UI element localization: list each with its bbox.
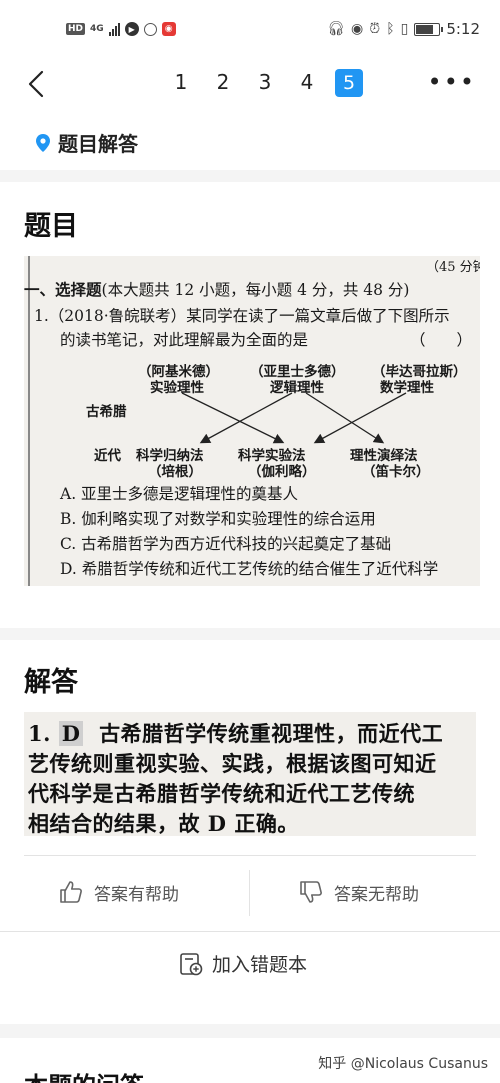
bluetooth-icon: ᛒ [386, 21, 395, 37]
thumbs-up-icon [60, 881, 82, 903]
hd-badge: HD [66, 23, 86, 35]
app-notification-icon: ◉ [161, 22, 176, 36]
add-to-wrong-book-button[interactable]: 加入错题本 [178, 950, 307, 977]
section-header: 题目解答 [36, 128, 138, 157]
page-tab-5[interactable]: 5 [328, 66, 370, 98]
add-to-wrong-book-label: 加入错题本 [212, 954, 308, 976]
section-divider [0, 1024, 500, 1038]
answer-line-3: 代科学是古希腊哲学传统和近代工艺传统 [28, 781, 415, 806]
page-tab-1[interactable]: 1 [160, 66, 202, 98]
section-divider [0, 170, 500, 182]
diagram-person-descartes: （笛卡尔） [362, 464, 430, 480]
status-bar-right: 🎧︎ ◉ ⏰︎ ᛒ ▯ 5:12 [327, 20, 480, 38]
status-bar: HD 4G ▶ ◉ 🎧︎ ◉ ⏰︎ ᛒ ▯ 5:12 [0, 0, 500, 62]
page-tabs: 1 2 3 4 5 [160, 66, 370, 98]
qa-section-title: 本题的问答 [24, 1066, 144, 1083]
vibrate-icon: ▯ [400, 21, 409, 37]
answer-image: 1. D 古希腊哲学传统重视理性，而近代工 艺传统则重视实验、实践，根据该图可知… [24, 712, 476, 836]
diagram-modern-label: 近代 [94, 448, 121, 464]
option-c: C. 古希腊哲学为西方近代科技的兴起奠定了基础 [60, 535, 392, 553]
question-heading: 题目 [24, 211, 78, 242]
page-tab-4[interactable]: 4 [286, 66, 328, 98]
helpful-label: 答案有帮助 [94, 884, 179, 905]
answer-line-2: 艺传统则重视实验、实践，根据该图可知近 [28, 751, 437, 776]
eye-icon: ◉ [351, 21, 364, 37]
clock-time: 5:12 [446, 20, 480, 38]
question-image: （45 分钟 一、选择题(本大题共 12 小题，每小题 4 分，共 48 分) … [24, 256, 480, 586]
add-notebook-icon [180, 952, 203, 975]
helpful-button[interactable]: 答案有帮助 [58, 866, 179, 918]
page-tab-3[interactable]: 3 [244, 66, 286, 98]
thumbs-down-icon [300, 881, 322, 903]
not-helpful-button[interactable]: 答案无帮助 [298, 866, 419, 918]
play-icon: ▶ [124, 22, 139, 36]
diagram-person-galileo: （伽利略） [248, 464, 316, 480]
not-helpful-label: 答案无帮助 [334, 884, 419, 905]
alarm-clock-icon: ⏰︎ [369, 21, 381, 37]
answer-heading: 解答 [24, 667, 78, 698]
status-bar-left: HD 4G ▶ ◉ [66, 22, 176, 36]
top-nav: 1 2 3 4 5 ••• [0, 62, 500, 104]
answer-line-1: 1. D 古希腊哲学传统重视理性，而近代工 [28, 721, 444, 746]
answer-choice: D [58, 721, 84, 746]
divider [24, 855, 476, 856]
watermark: 知乎 @Nicolaus Cusanus [318, 1056, 488, 1072]
feedback-divider [249, 870, 250, 916]
answer-line-4: 相结合的结果，故 D 正确。 [28, 811, 299, 836]
battery-icon [414, 22, 444, 36]
section-title: 题目解答 [58, 132, 138, 156]
diagram-person-bacon: （培根） [148, 464, 202, 480]
headset-icon: 🎧︎ [327, 21, 346, 37]
network-type: 4G [90, 23, 104, 34]
more-options-icon[interactable]: ••• [428, 66, 476, 98]
page-tab-2[interactable]: 2 [202, 66, 244, 98]
location-pin-icon [36, 133, 50, 152]
option-b: B. 伽利略实现了对数学和实验理性的综合运用 [60, 510, 376, 528]
section-divider [0, 628, 500, 640]
option-d: D. 希腊哲学传统和近代工艺传统的结合催生了近代科学 [60, 560, 439, 578]
divider [0, 931, 500, 932]
back-arrow-icon[interactable] [24, 68, 52, 100]
option-a: A. 亚里士多德是逻辑理性的奠基人 [60, 485, 299, 503]
signal-icon [108, 22, 120, 36]
alarm-icon [143, 22, 157, 36]
